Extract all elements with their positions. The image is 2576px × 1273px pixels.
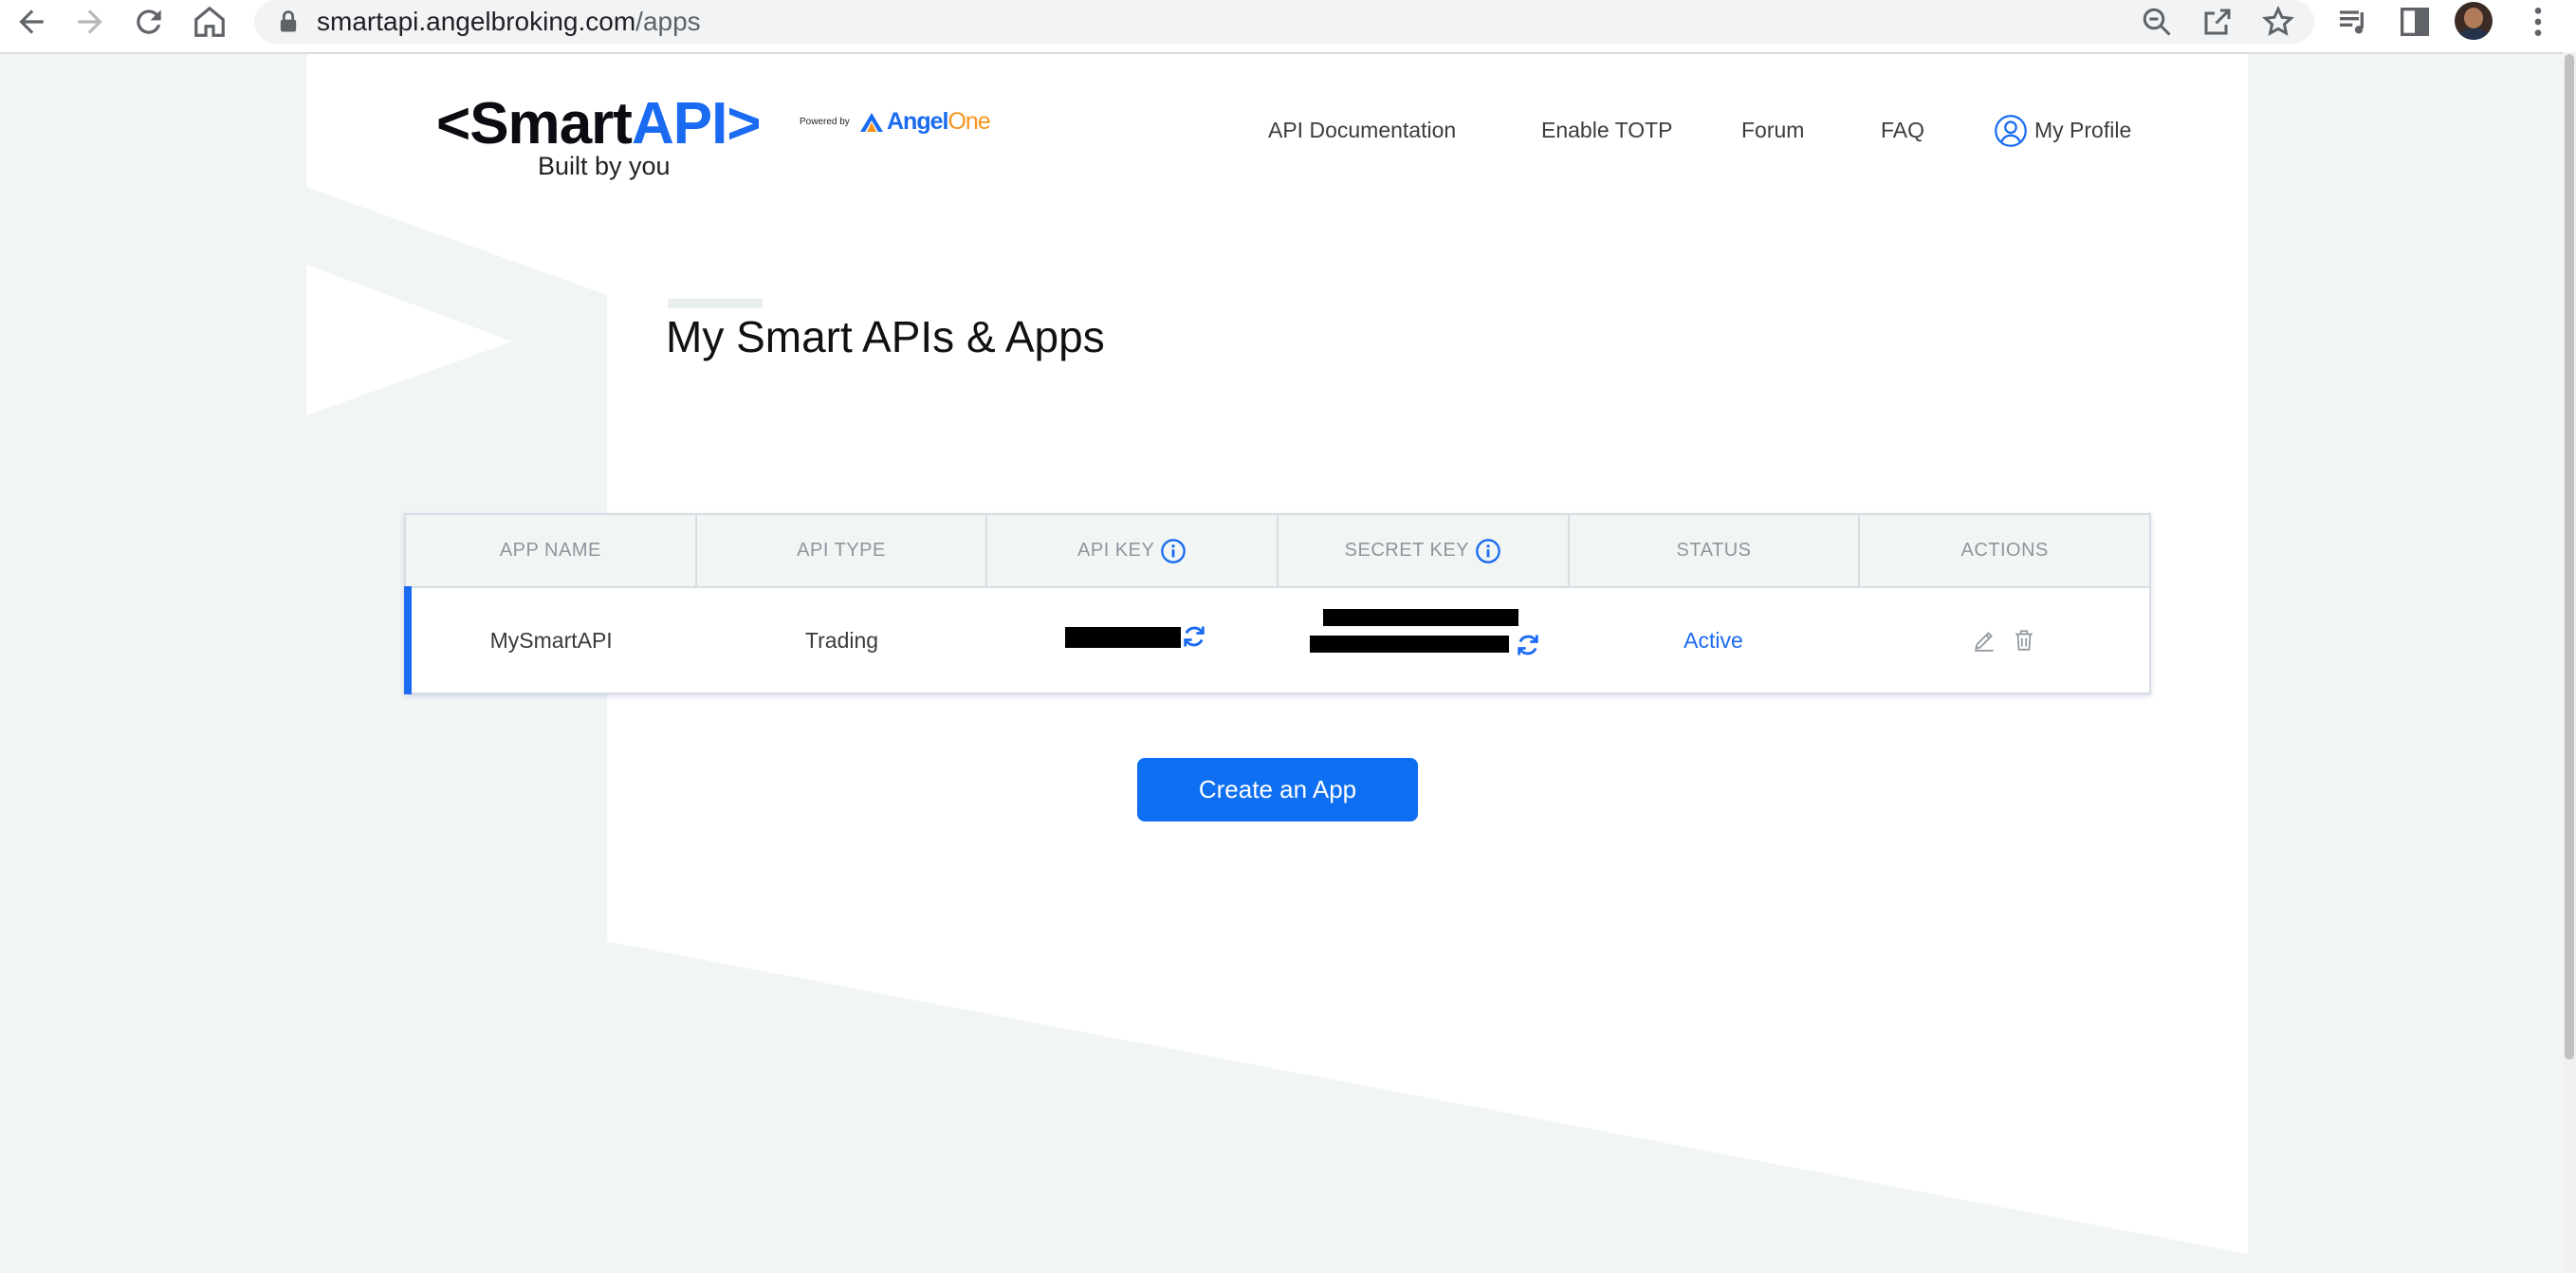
url-domain: smartapi.angelbroking.com xyxy=(317,7,636,36)
powered-by-label: Powered by xyxy=(800,117,850,127)
angel-one-mark-icon xyxy=(860,112,883,132)
logo-prefix: <Smart xyxy=(436,91,633,157)
lock-icon xyxy=(280,10,297,32)
header-secret-key: SECRET KEY xyxy=(1279,515,1570,586)
reload-icon xyxy=(137,9,161,34)
api-key-info-icon[interactable] xyxy=(1160,538,1187,564)
back-button[interactable] xyxy=(8,2,55,42)
page-title: My Smart APIs & Apps xyxy=(666,312,1105,361)
header-status-label: STATUS xyxy=(1676,540,1752,561)
table-header: APP NAME API TYPE API KEY SECRET KEY STA… xyxy=(406,515,2149,588)
angel-one-wordmark: AngelOne xyxy=(887,108,991,136)
nav-faq[interactable]: FAQ xyxy=(1881,118,1924,143)
header-app-name-label: APP NAME xyxy=(499,540,601,561)
secret-key-redaction-line-1 xyxy=(1322,609,1518,626)
edit-pencil-icon[interactable] xyxy=(1972,628,1996,653)
nav-enable-totp[interactable]: Enable TOTP xyxy=(1541,118,1673,143)
browser-profile-avatar[interactable] xyxy=(2455,2,2493,40)
arrow-left-icon xyxy=(19,9,44,34)
api-key-redaction xyxy=(1064,627,1181,648)
cell-secret-key xyxy=(1278,588,1568,692)
nav-api-documentation[interactable]: API Documentation xyxy=(1268,118,1456,143)
reload-button[interactable] xyxy=(125,2,173,42)
angel-one-brand: Angel xyxy=(887,108,948,135)
logo-highlight: API xyxy=(631,91,727,157)
header-actions-label: ACTIONS xyxy=(1960,540,2049,561)
cell-status: Active xyxy=(1684,627,1743,653)
cell-app-name: MySmartAPI xyxy=(489,627,613,653)
header-status: STATUS xyxy=(1570,515,1861,586)
header-app-name: APP NAME xyxy=(406,515,697,586)
share-icon[interactable] xyxy=(2200,5,2235,39)
secret-key-info-icon[interactable] xyxy=(1475,538,1501,564)
profile-icon[interactable] xyxy=(1994,114,2028,148)
cell-api-key xyxy=(987,588,1278,692)
secret-key-redaction-line-2 xyxy=(1309,636,1509,653)
smartapi-logo[interactable]: <SmartAPI> xyxy=(436,91,762,157)
header-api-key-label: API KEY xyxy=(1077,540,1155,561)
bookmark-star-icon[interactable] xyxy=(2261,5,2295,39)
kebab-menu-icon[interactable] xyxy=(2519,3,2557,41)
scrollbar-thumb[interactable] xyxy=(2565,54,2574,1060)
header-api-type: API TYPE xyxy=(697,515,988,586)
api-key-refresh-icon[interactable] xyxy=(1181,623,1207,650)
angel-one-brand-suffix: One xyxy=(948,108,990,135)
logo-suffix: > xyxy=(727,91,761,157)
page-scrollbar[interactable] xyxy=(2563,52,2576,1273)
address-bar[interactable]: smartapi.angelbroking.com/apps xyxy=(254,0,2314,44)
create-app-button[interactable]: Create an App xyxy=(1137,758,1418,821)
table-row: MySmartAPI Trading Active xyxy=(406,588,2149,692)
forward-button[interactable] xyxy=(66,2,114,42)
cell-api-type: Trading xyxy=(804,627,879,653)
apps-table: APP NAME API TYPE API KEY SECRET KEY STA… xyxy=(404,513,2151,694)
angel-one-logo: AngelOne xyxy=(859,108,991,136)
home-icon xyxy=(194,6,225,37)
home-button[interactable] xyxy=(186,2,233,42)
nav-my-profile[interactable]: My Profile xyxy=(2034,118,2131,143)
nav-forum[interactable]: Forum xyxy=(1741,118,1804,143)
zoom-icon[interactable] xyxy=(2140,5,2174,39)
title-accent-bar xyxy=(668,299,763,308)
url-path: /apps xyxy=(635,7,701,36)
side-panel-icon[interactable] xyxy=(2396,3,2434,41)
logo-tagline: Built by you xyxy=(538,152,671,180)
url-text: smartapi.angelbroking.com/apps xyxy=(317,7,701,37)
header-api-type-label: API TYPE xyxy=(797,540,886,561)
browser-toolbar: smartapi.angelbroking.com/apps xyxy=(0,0,2576,54)
header-actions: ACTIONS xyxy=(1860,515,2149,586)
delete-trash-icon[interactable] xyxy=(2012,628,2036,653)
arrow-right-icon xyxy=(78,9,102,34)
header-api-key: API KEY xyxy=(987,515,1279,586)
cell-actions xyxy=(1859,588,2149,692)
avatar-face xyxy=(2464,8,2483,28)
media-queue-icon[interactable] xyxy=(2335,3,2373,41)
avatar-shirt xyxy=(2457,28,2490,40)
secret-key-refresh-icon[interactable] xyxy=(1515,632,1541,658)
header-secret-key-label: SECRET KEY xyxy=(1344,540,1470,561)
